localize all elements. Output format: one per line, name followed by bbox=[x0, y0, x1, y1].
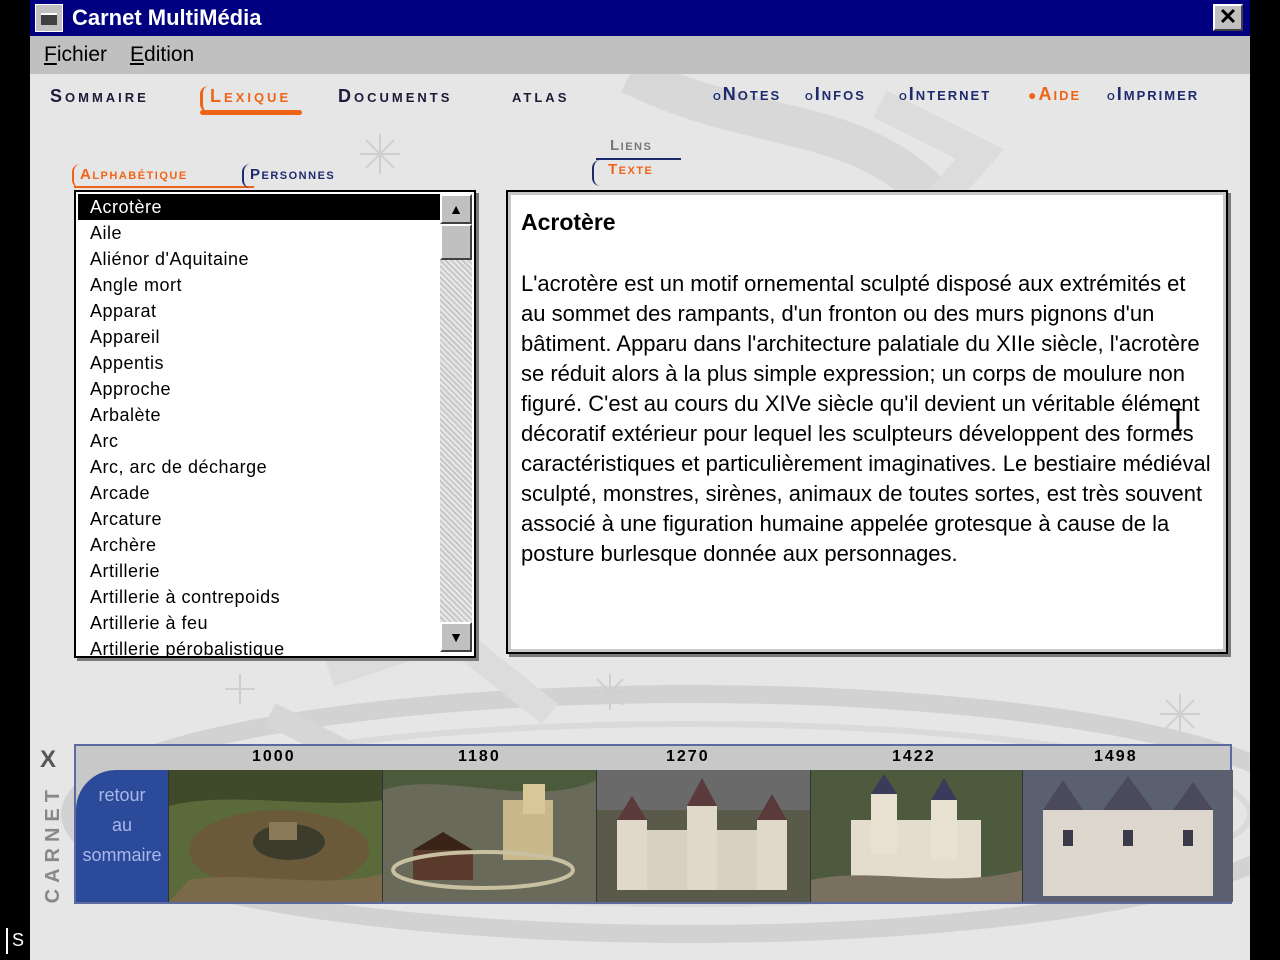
title-bar: Carnet MultiMédia ✕ bbox=[30, 0, 1250, 36]
app-icon bbox=[35, 4, 63, 32]
nav-imprimer[interactable]: oImprimer bbox=[1107, 84, 1199, 105]
nav-aide[interactable]: ●Aide bbox=[1028, 84, 1081, 105]
nav-sommaire[interactable]: Sommaire bbox=[50, 86, 149, 107]
list-item[interactable]: Artillerie à contrepoids bbox=[78, 584, 440, 610]
back-label-line: au bbox=[111, 815, 133, 835]
close-button[interactable]: ✕ bbox=[1213, 4, 1243, 31]
timeline-year: 1000 bbox=[252, 748, 296, 765]
castle-illustration bbox=[169, 770, 383, 902]
logo-text: CARNET bbox=[42, 784, 64, 904]
close-icon: ✕ bbox=[1218, 4, 1238, 29]
nav-active-underline bbox=[200, 110, 302, 115]
castle-image-1000[interactable] bbox=[168, 770, 383, 902]
nav-infos[interactable]: oInfos bbox=[805, 84, 866, 105]
desktop-edge-label: S bbox=[12, 930, 25, 950]
desktop-edge-right bbox=[1250, 0, 1280, 960]
nav-atlas[interactable]: atlas bbox=[512, 86, 569, 107]
back-to-summary-button[interactable]: retour au sommaire bbox=[76, 770, 168, 902]
list-item[interactable]: Archère bbox=[78, 532, 440, 558]
bullet-icon: o bbox=[713, 87, 723, 103]
castle-image-1270[interactable] bbox=[596, 770, 811, 902]
subtab-underline bbox=[596, 158, 681, 160]
nav-lexique[interactable]: Lexique bbox=[210, 86, 291, 107]
nav-documents[interactable]: Documents bbox=[338, 86, 452, 107]
timeline-bar: retour au sommaire 1000 1180 1270 1422 1… bbox=[74, 744, 1233, 904]
timeline-year: 1270 bbox=[666, 748, 710, 765]
back-label-line: sommaire bbox=[82, 845, 162, 865]
arrow-up-icon: ▲ bbox=[449, 201, 463, 217]
bullet-icon: o bbox=[899, 87, 909, 103]
text-cursor-icon: I bbox=[1172, 404, 1184, 439]
castle-illustration bbox=[1023, 770, 1233, 902]
castle-image-1498[interactable] bbox=[1022, 770, 1233, 902]
menu-edition[interactable]: Edition bbox=[130, 43, 194, 67]
lexicon-list[interactable]: Acrotère Aile Aliénor d'Aquitaine Angle mor… bbox=[74, 190, 476, 658]
article-title: Acrotère bbox=[521, 209, 616, 235]
app-window: Carnet MultiMédia ✕ Fichier Edition Somm… bbox=[30, 0, 1250, 960]
list-item[interactable]: Artillerie pérobalistique bbox=[78, 636, 440, 656]
list-item[interactable]: Approche bbox=[78, 376, 440, 402]
list-item[interactable]: Aile bbox=[78, 220, 440, 246]
subtab-personnes[interactable]: Personnes bbox=[250, 166, 335, 183]
scroll-down-button[interactable]: ▼ bbox=[440, 622, 472, 652]
list-item[interactable]: Aliénor d'Aquitaine bbox=[78, 246, 440, 272]
list-item[interactable]: Arc bbox=[78, 428, 440, 454]
timeline-year: 1422 bbox=[892, 748, 936, 765]
list-item[interactable]: Acrotère bbox=[78, 194, 440, 220]
logo-mark: X bbox=[40, 746, 57, 773]
list-item[interactable]: Arcade bbox=[78, 480, 440, 506]
castle-image-1422[interactable] bbox=[810, 770, 1023, 902]
timeline-year: 1180 bbox=[458, 748, 501, 765]
menu-fichier[interactable]: Fichier bbox=[44, 43, 107, 67]
list-item[interactable]: Apparat bbox=[78, 298, 440, 324]
desktop-edge-bar bbox=[6, 928, 8, 954]
main-content: Sommaire Lexique Documents atlas oNotes … bbox=[30, 74, 1250, 960]
subtab-texte[interactable]: Texte bbox=[608, 161, 653, 178]
list-item[interactable]: Arc, arc de décharge bbox=[78, 454, 440, 480]
bullet-icon: ● bbox=[1028, 87, 1039, 103]
scroll-up-button[interactable]: ▲ bbox=[440, 194, 472, 224]
list-item[interactable]: Angle mort bbox=[78, 272, 440, 298]
list-item[interactable]: Appentis bbox=[78, 350, 440, 376]
desktop-edge: S bbox=[0, 0, 30, 960]
bullet-icon: o bbox=[805, 87, 815, 103]
article-panel: Acrotère L'acrotère est un motif ornemen… bbox=[506, 190, 1228, 654]
list-item[interactable]: Artillerie à feu bbox=[78, 610, 440, 636]
nav-notes[interactable]: oNotes bbox=[713, 84, 781, 105]
list-item[interactable]: Appareil bbox=[78, 324, 440, 350]
castle-illustration bbox=[383, 770, 597, 902]
list-item[interactable]: Arbalète bbox=[78, 402, 440, 428]
castle-image-1180[interactable] bbox=[382, 770, 597, 902]
castle-illustration bbox=[597, 770, 811, 902]
subtab-underline bbox=[74, 186, 254, 188]
subtab-bracket bbox=[592, 160, 602, 186]
subtab-alphabetique[interactable]: Alphabétique bbox=[80, 166, 188, 183]
timeline-year: 1498 bbox=[1094, 748, 1138, 765]
menu-bar: Fichier Edition bbox=[30, 36, 1250, 74]
lexicon-list-items: Acrotère Aile Aliénor d'Aquitaine Angle mor… bbox=[78, 194, 440, 656]
article-panel-inner: Acrotère L'acrotère est un motif ornemen… bbox=[508, 192, 1226, 652]
arrow-down-icon: ▼ bbox=[449, 629, 463, 645]
list-scrollbar[interactable]: ▲ ▼ bbox=[440, 194, 472, 652]
back-label-line: retour bbox=[98, 785, 146, 805]
window-title: Carnet MultiMédia bbox=[72, 5, 262, 30]
subtab-liens[interactable]: Liens bbox=[610, 137, 652, 154]
list-item[interactable]: Artillerie bbox=[78, 558, 440, 584]
list-item[interactable]: Arcature bbox=[78, 506, 440, 532]
scroll-thumb[interactable] bbox=[440, 224, 472, 260]
castle-illustration bbox=[811, 770, 1023, 902]
nav-internet[interactable]: oInternet bbox=[899, 84, 991, 105]
article-body: L'acrotère est un motif ornemental sculp… bbox=[521, 271, 1211, 566]
bullet-icon: o bbox=[1107, 87, 1117, 103]
